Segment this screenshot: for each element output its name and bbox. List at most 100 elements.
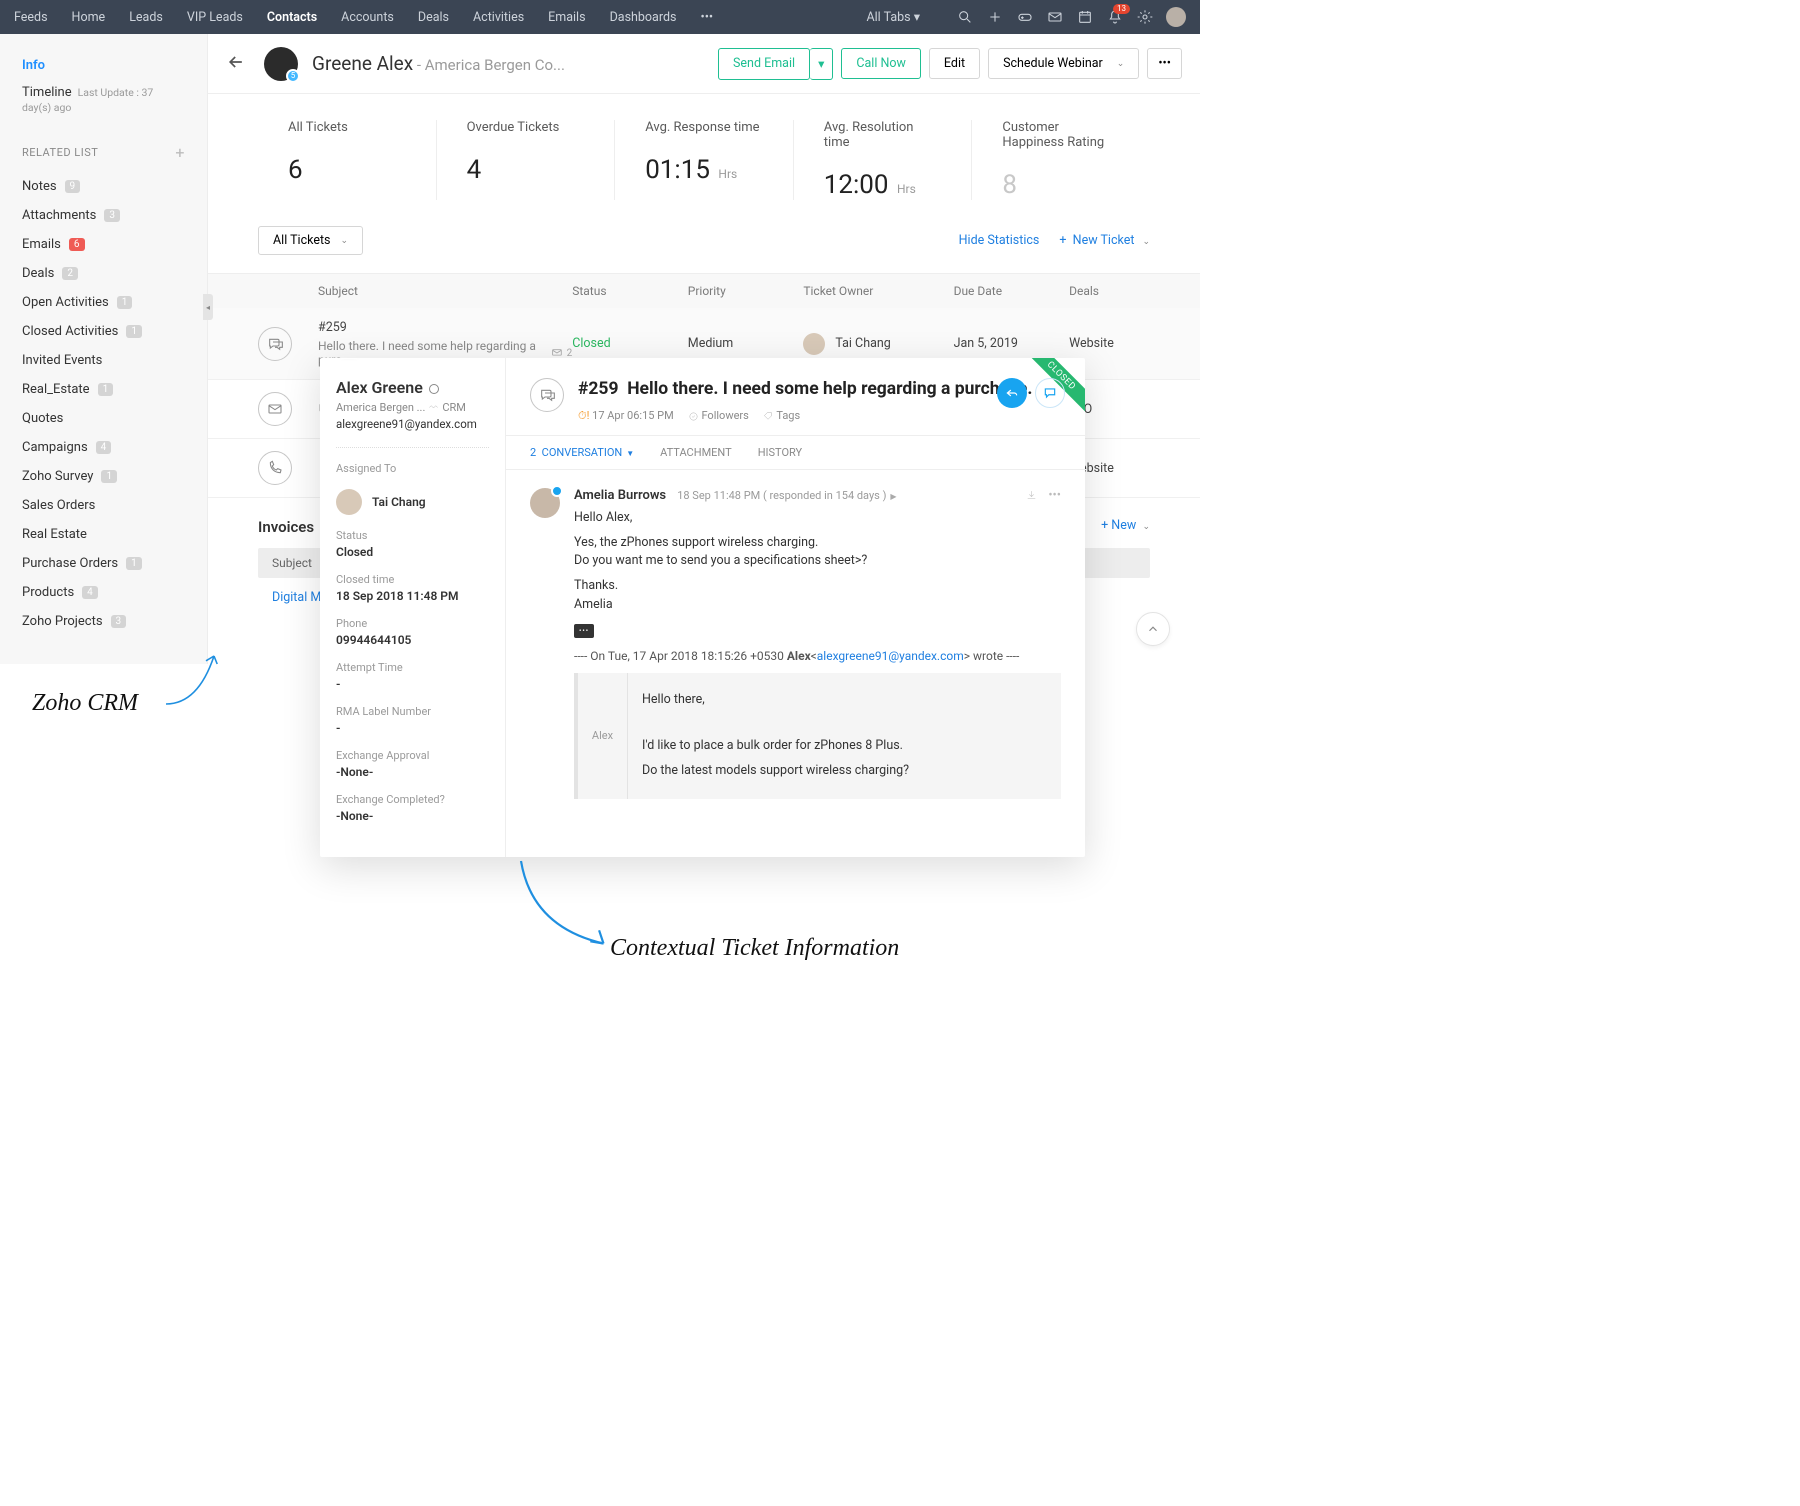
- mail-icon: [258, 392, 292, 426]
- new-invoice-link[interactable]: + New ⌄: [1101, 518, 1150, 533]
- nav-leads[interactable]: Leads: [129, 10, 163, 25]
- top-nav: Feeds Home Leads VIP Leads Contacts Acco…: [0, 0, 1200, 34]
- table-header: SubjectStatusPriorityTicket OwnerDue Dat…: [208, 274, 1200, 308]
- nav-feeds[interactable]: Feeds: [14, 10, 48, 25]
- popup-field: Phone09944644105: [336, 617, 489, 647]
- chat-icon: [258, 327, 292, 361]
- overdue-icon: ⏱! 17 Apr 06:15 PM: [578, 409, 674, 423]
- sidebar-item[interactable]: Closed Activities1: [22, 317, 185, 346]
- popup-field: RMA Label Number-: [336, 705, 489, 735]
- sidebar-item[interactable]: Deals2: [22, 259, 185, 288]
- sidebar-item[interactable]: Notes9: [22, 172, 185, 201]
- tab-conversation[interactable]: 2 CONVERSATION▼: [530, 436, 634, 469]
- sidebar-item[interactable]: Open Activities1: [22, 288, 185, 317]
- nav-vipleads[interactable]: VIP Leads: [187, 10, 243, 25]
- quoted-message: Alex Hello there, I'd like to place a bu…: [574, 673, 1061, 798]
- search-icon[interactable]: [956, 8, 974, 26]
- mail-icon[interactable]: [1046, 8, 1064, 26]
- sidebar-item[interactable]: Campaigns4: [22, 433, 185, 462]
- stats-row: All Tickets6Overdue Tickets4Avg. Respons…: [208, 94, 1200, 222]
- ticket-filter-dropdown[interactable]: All Tickets⌄: [258, 226, 363, 255]
- nav-contacts[interactable]: Contacts: [267, 10, 317, 25]
- sidebar-tab-info[interactable]: Info: [22, 52, 185, 79]
- nav-accounts[interactable]: Accounts: [341, 10, 394, 25]
- games-icon[interactable]: [1016, 8, 1034, 26]
- comment-button[interactable]: [1035, 378, 1065, 408]
- sidebar-item[interactable]: Purchase Orders1: [22, 549, 185, 578]
- nav-dashboards[interactable]: Dashboards: [610, 10, 677, 25]
- popup-contact-panel: Alex Greene America Bergen ...CRM alexgr…: [320, 358, 506, 857]
- popup-tabs: 2 CONVERSATION▼ ATTACHMENT HISTORY: [506, 435, 1085, 470]
- sidebar-item[interactable]: Zoho Survey1: [22, 462, 185, 491]
- add-related-icon[interactable]: +: [175, 143, 185, 162]
- notifications-icon[interactable]: 13: [1106, 8, 1124, 26]
- calendar-icon[interactable]: [1076, 8, 1094, 26]
- message: ••• Amelia Burrows 18 Sep 11:48 PM ( res…: [530, 488, 1061, 799]
- ticket-owner: Tai Chang: [803, 333, 953, 355]
- annotation-zoho-crm: Zoho CRM: [32, 690, 138, 717]
- all-tabs-dropdown[interactable]: All Tabs ▾: [866, 9, 920, 25]
- tab-history[interactable]: HISTORY: [758, 436, 802, 469]
- notif-badge: 13: [1113, 4, 1130, 14]
- message-actions[interactable]: •••: [1025, 488, 1061, 503]
- sidebar-item[interactable]: Invited Events: [22, 346, 185, 375]
- more-actions-button[interactable]: •••: [1147, 48, 1182, 79]
- arrow-icon: [158, 640, 238, 720]
- sidebar-item[interactable]: Real_Estate1: [22, 375, 185, 404]
- ticket-due: Jan 5, 2019: [954, 336, 1070, 351]
- tags-link[interactable]: Tags: [763, 409, 800, 422]
- handshake-icon: [428, 402, 439, 413]
- sidebar-item[interactable]: Zoho Projects3: [22, 607, 185, 636]
- nav-home[interactable]: Home: [72, 10, 106, 25]
- nav-deals[interactable]: Deals: [418, 10, 449, 25]
- sidebar-item[interactable]: Sales Orders: [22, 491, 185, 520]
- related-list-header: RELATED LIST+: [22, 143, 185, 162]
- sidebar-item[interactable]: Products4: [22, 578, 185, 607]
- sidebar-tab-timeline[interactable]: TimelineLast Update : 37 day(s) ago: [22, 79, 185, 121]
- tab-attachment[interactable]: ATTACHMENT: [660, 436, 732, 469]
- reply-button[interactable]: [997, 378, 1027, 408]
- avatar-badge: 5: [286, 69, 300, 83]
- owner-avatar: [803, 333, 825, 355]
- sent-time: 18 Sep 11:48 PM ( responded in 154 days …: [677, 489, 886, 502]
- sender-avatar: [530, 488, 560, 518]
- popup-field: Exchange Completed?-None-: [336, 793, 489, 823]
- sidebar-item[interactable]: Quotes: [22, 404, 185, 433]
- assigned-to: Tai Chang: [336, 489, 489, 515]
- chat-icon: [530, 378, 564, 412]
- popup-field: StatusClosed: [336, 529, 489, 559]
- popup-contact-name: Alex Greene: [336, 378, 489, 397]
- stat-cell: All Tickets6: [258, 120, 437, 200]
- stat-cell: Avg. Response time01:15 Hrs: [615, 120, 794, 200]
- ticket-detail-popup: Alex Greene America Bergen ...CRM alexgr…: [320, 358, 1085, 857]
- sidebar-item[interactable]: Emails6: [22, 230, 185, 259]
- sidebar-item[interactable]: Attachments3: [22, 201, 185, 230]
- hide-statistics-link[interactable]: Hide Statistics: [959, 233, 1040, 248]
- quoted-header: ---- On Tue, 17 Apr 2018 18:15:26 +0530 …: [574, 649, 1061, 663]
- ticket-status: Closed: [572, 336, 688, 351]
- scroll-top-button[interactable]: [1136, 612, 1170, 646]
- reply-indicator-icon: [551, 485, 563, 497]
- followers-link[interactable]: Followers: [688, 409, 749, 422]
- add-icon[interactable]: [986, 8, 1004, 26]
- back-arrow-icon[interactable]: [226, 52, 246, 76]
- nav-emails[interactable]: Emails: [548, 10, 585, 25]
- nav-activities[interactable]: Activities: [473, 10, 524, 25]
- popup-company: America Bergen ...CRM: [336, 401, 489, 414]
- sidebar-collapse-handle[interactable]: ◂: [203, 294, 213, 320]
- settings-icon[interactable]: [1136, 8, 1154, 26]
- call-now-button[interactable]: Call Now: [841, 48, 921, 79]
- expand-quote-icon[interactable]: •••: [574, 624, 594, 639]
- new-ticket-link[interactable]: + New Ticket⌄: [1059, 233, 1150, 248]
- contact-avatar: 5: [264, 47, 298, 81]
- sidebar-item[interactable]: Real Estate: [22, 520, 185, 549]
- ticket-toolbar: All Tickets⌄ Hide Statistics + New Ticke…: [208, 222, 1200, 273]
- send-email-button[interactable]: Send Email: [718, 48, 810, 80]
- send-email-dropdown[interactable]: ▾: [810, 48, 833, 80]
- edit-button[interactable]: Edit: [929, 48, 980, 79]
- schedule-webinar-button[interactable]: Schedule Webinar⌄: [988, 48, 1139, 79]
- stat-cell: Overdue Tickets4: [437, 120, 616, 200]
- ticket-priority: Medium: [688, 336, 804, 351]
- nav-more[interactable]: •••: [700, 10, 713, 25]
- user-avatar[interactable]: [1166, 7, 1186, 27]
